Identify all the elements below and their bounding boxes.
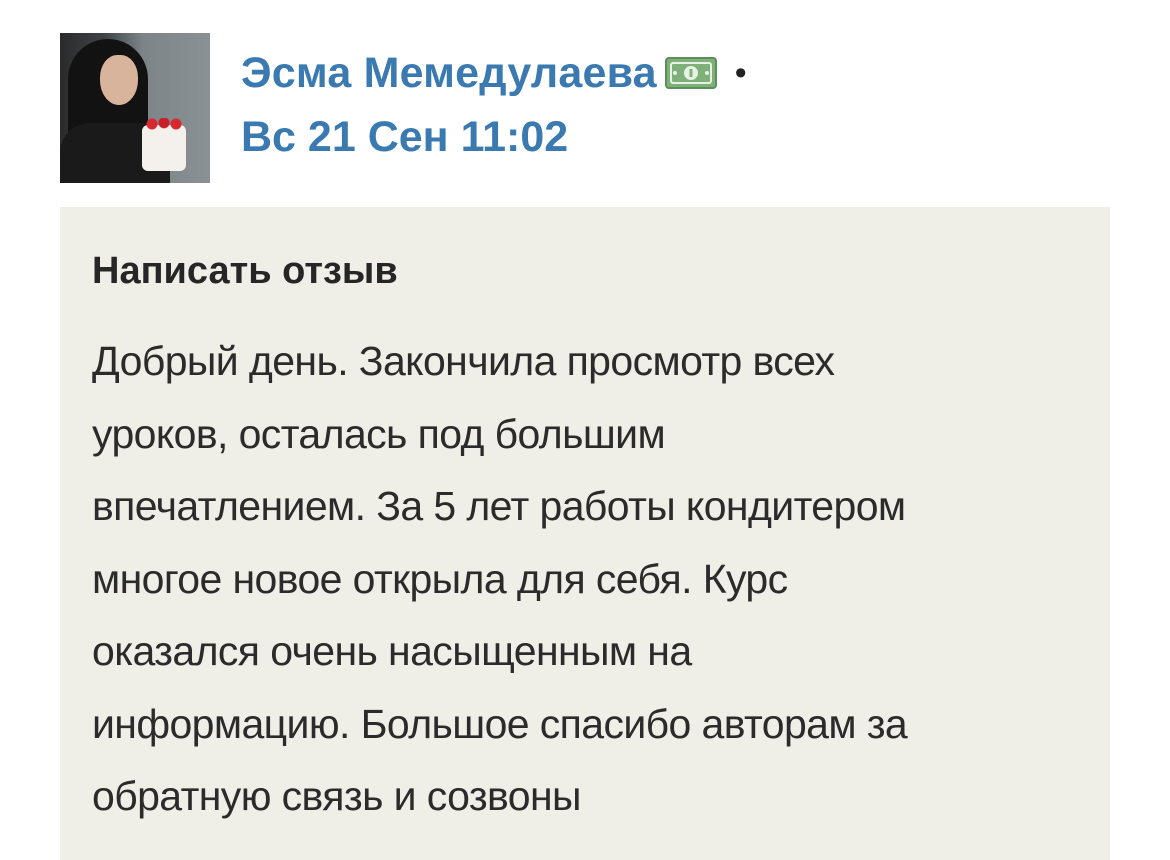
review-line: уроков, осталась под большим: [92, 410, 666, 457]
review-card: Написать отзыв Добрый день. Закончила пр…: [60, 207, 1110, 860]
review-line: обратную связь и созвоны: [92, 773, 581, 819]
review-line: впечатлением. За 5 лет работы кондитером: [92, 483, 906, 529]
author-avatar[interactable]: [60, 33, 210, 183]
review-title: Написать отзыв: [92, 250, 398, 292]
money-bill-icon: [664, 57, 717, 89]
review-line: Добрый день. Закончила просмотр всех: [92, 338, 835, 384]
post-header: Эсма Мемедулаева • Вс 21 Сен 11:02: [60, 33, 1110, 183]
review-line: многое новое открыла для себя. Курс: [92, 555, 788, 602]
review-line: оказался очень насыщенным на: [92, 628, 692, 674]
author-name-link[interactable]: Эсма Мемедулаева: [241, 49, 657, 98]
post-date-link[interactable]: Вс 21 Сен 11:02: [241, 113, 568, 162]
separator-dot: •: [734, 54, 747, 92]
review-line: информацию. Большое спасибо авторам за: [92, 700, 908, 747]
author-line: Эсма Мемедулаева •: [241, 45, 747, 101]
review-text: Добрый день. Закончила просмотр всех уро…: [92, 325, 1092, 833]
